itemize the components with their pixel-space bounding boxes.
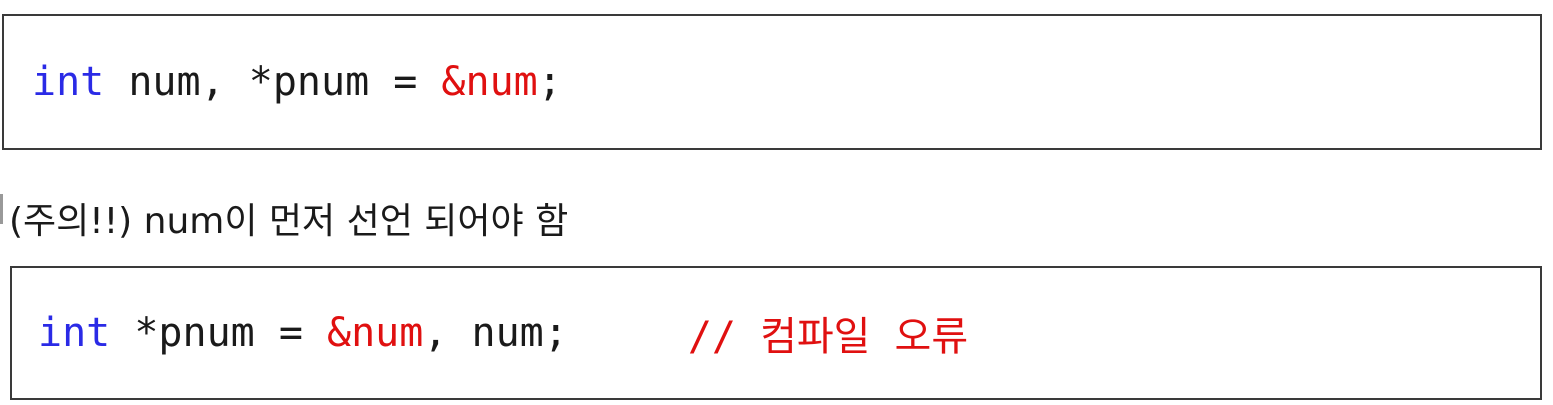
address-of-expression: &num [327,310,424,356]
keyword-int: int [32,59,105,105]
address-of-expression: &num [441,59,538,105]
code-text: num, *pnum = [104,59,442,105]
keyword-int: int [38,310,111,356]
caution-text: (주의!!) num이 먼저 선언 되어야 함 [9,201,569,242]
code-text-end: , num; [423,310,568,356]
compile-error-comment: // 컴파일 오류 [687,314,969,360]
code-text-end: ; [537,59,562,105]
code-block-correct: int num, *pnum = &num; [2,14,1542,150]
caution-note: (주의!!) num이 먼저 선언 되어야 함 [0,188,568,248]
code-block-error: int *pnum = &num, num; // 컴파일 오류 [10,266,1542,400]
code-text: *pnum = [110,310,327,356]
note-marker [0,194,3,224]
